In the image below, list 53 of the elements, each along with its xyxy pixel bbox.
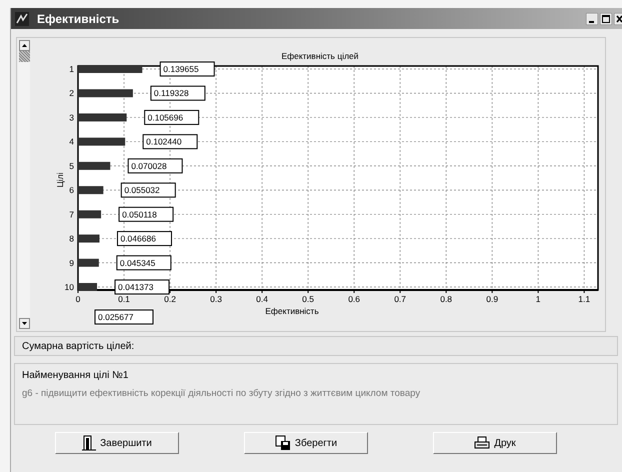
tick-label: 0	[76, 294, 80, 304]
tick-label: 6	[69, 185, 74, 196]
window-title: Ефективність	[37, 12, 120, 26]
tick-label: 1	[69, 64, 74, 74]
value-label: 0.045345	[116, 255, 172, 270]
data-label: 0.041373	[118, 282, 154, 292]
goal-description: g6 - підвищити ефективність корекції діяльності по збуту згідно з життєвим циклом товару	[22, 388, 422, 399]
tick-label: 9	[69, 258, 74, 268]
axis-title: Цілі	[55, 172, 65, 188]
value-label: 0.046686	[116, 231, 172, 246]
tick-label: 0.6	[348, 294, 360, 304]
tick-label: 0.1	[118, 294, 130, 304]
value-label: 0.105696	[144, 110, 200, 125]
value-label: 0.102440	[142, 134, 198, 150]
data-label: 0.070028	[131, 160, 167, 171]
data-label: 0.102440	[146, 136, 182, 147]
data-label: 0.105696	[148, 112, 184, 122]
value-label: 0.050118	[118, 206, 174, 222]
tick-label: 0.2	[164, 294, 176, 304]
axis-title: Ефективність	[265, 306, 319, 316]
save-button[interactable]: Зберегти	[244, 432, 368, 454]
tick-label: 3	[69, 112, 74, 122]
tick-label: 0.5	[302, 294, 314, 304]
data-label: 0.055032	[124, 185, 160, 196]
value-label: 0.041373	[114, 280, 170, 294]
tick-label: 0.4	[256, 294, 268, 304]
chart-title: Ефективність цілей	[281, 51, 359, 61]
exit-button[interactable]: Завершити	[55, 432, 179, 454]
data-label: 0.046686	[120, 234, 156, 244]
tick-label: 1.1	[578, 294, 590, 304]
value-label: 0.055032	[120, 182, 176, 198]
value-label: 0.119328	[150, 86, 206, 101]
data-label: 0.050118	[122, 209, 158, 220]
tick-label: 8	[69, 234, 74, 244]
data-label: 0.139655	[163, 64, 199, 74]
tick-label: 7	[69, 209, 74, 220]
tick-label: 1	[536, 294, 541, 304]
tick-label: 0.8	[440, 294, 452, 304]
data-label: 0.119328	[154, 88, 190, 98]
value-label: 0.070028	[128, 158, 183, 174]
tick-label: 2	[69, 88, 74, 98]
data-label: 0.045345	[120, 258, 156, 268]
value-label: 0.025677	[94, 310, 154, 324]
summary-label: Сумарна вартість цілей:	[22, 340, 134, 352]
tick-label: 4	[69, 136, 74, 147]
tick-label: 5	[69, 160, 74, 171]
tick-label: 0.3	[210, 294, 222, 304]
tick-label: 0.9	[486, 294, 498, 304]
tick-label: 0.7	[394, 294, 406, 304]
goal-title: Найменування цілі №1	[22, 370, 130, 381]
value-label: 0.139655	[160, 62, 215, 76]
print-button[interactable]: Друк	[433, 432, 557, 454]
tick-label: 10	[64, 282, 74, 292]
